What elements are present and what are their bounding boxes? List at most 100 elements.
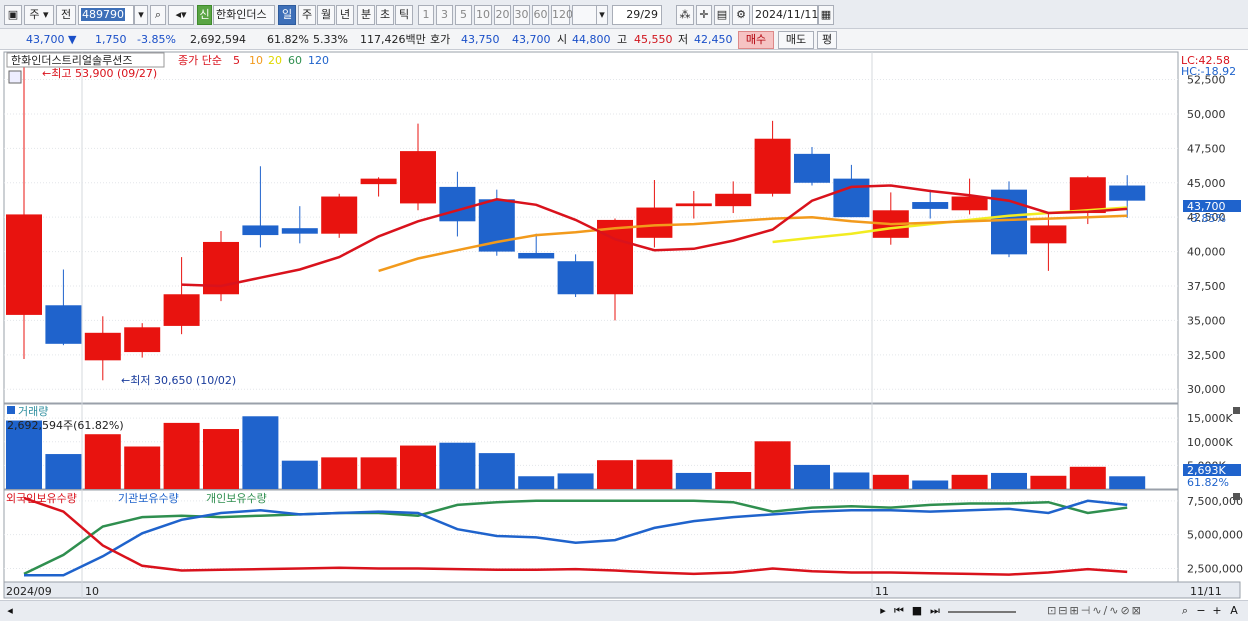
vol-ytick-1: 10,000K [1187, 436, 1233, 449]
volume-bar-23 [912, 480, 949, 489]
x-label-start: 2024/09 [6, 585, 52, 598]
ma-legend-label: 종가 단순 [178, 54, 222, 67]
candle-body-14 [557, 261, 594, 295]
volume-bar-24 [951, 474, 988, 489]
holdings-panel-close-icon[interactable] [1233, 493, 1240, 500]
legend-inst: 기관보유수량 [118, 492, 179, 505]
candle-body-26 [1030, 225, 1067, 244]
hold-ytick-1: 5,000,000 [1187, 529, 1243, 542]
main-ytick-1: 50,000 [1187, 108, 1226, 121]
candle-body-27 [1069, 177, 1106, 214]
stop-icon[interactable]: ■ [910, 603, 924, 619]
volume-ratio: 61.82% [267, 33, 309, 46]
average-button[interactable]: 평 [817, 31, 837, 49]
volume-bar-14 [557, 473, 594, 489]
sell-button[interactable]: 매도 [778, 31, 814, 49]
zoom-slider[interactable] [948, 603, 1016, 613]
pct-tag: -3.85% [1187, 212, 1226, 225]
code-dropdown-icon[interactable]: ▾ [134, 5, 148, 25]
candle-body-0 [6, 214, 42, 315]
volume-bar-11 [439, 442, 476, 489]
candle-body-2 [84, 332, 121, 361]
grid-icon[interactable]: ⁂ [676, 5, 694, 25]
search-icon[interactable]: ⌕ [150, 5, 166, 25]
period-tab-2[interactable]: 월 [317, 5, 335, 25]
interval-tab-3[interactable]: 10 [474, 5, 492, 25]
chart-navigation-bar: ◂ ▸ ⏮ ■ ⏭ ⊡⊟⊞⊣∿∕∿⊘⊠ ⌕ − + A [0, 600, 1248, 621]
chart-labels: 52,50050,00047,50045,00042,50040,00037,5… [1187, 74, 1243, 576]
save-icon[interactable]: ▤ [714, 5, 730, 25]
candle-body-7 [281, 228, 318, 234]
bid-price: 43,700 [512, 33, 551, 46]
magnifier-icon[interactable]: ⌕ [1178, 603, 1192, 619]
candle-body-11 [439, 186, 476, 222]
volume-bar-12 [478, 453, 515, 489]
interval-tab-5[interactable]: 30 [513, 5, 530, 25]
period-tab-5[interactable]: 초 [376, 5, 394, 25]
interval-tab-2[interactable]: 5 [455, 5, 472, 25]
skip-back-icon[interactable]: ⏮ [892, 603, 906, 619]
stock-chart[interactable]: 52,50050,00047,50045,00042,50040,00037,5… [0, 50, 1248, 600]
x-label-nov: 11 [875, 585, 889, 598]
volume-bar-6 [242, 416, 279, 489]
main-ytick-2: 47,500 [1187, 142, 1226, 155]
volume-pct-tag: 61.82% [1187, 476, 1229, 489]
price-change-pct: -3.85% [137, 33, 176, 46]
interval-tab-7[interactable]: 120 [551, 5, 573, 25]
calculator-icon[interactable] [8, 70, 22, 84]
text-size-icon[interactable]: A [1226, 603, 1242, 619]
candle-body-13 [518, 252, 555, 259]
interval-tab-6[interactable]: 60 [532, 5, 549, 25]
volume-bar-15 [597, 460, 633, 489]
ma-legend-5: 5 [233, 54, 240, 67]
buy-button[interactable]: 매수 [738, 31, 774, 49]
cross-icon[interactable]: ✛ [696, 5, 712, 25]
main-ytick-8: 32,500 [1187, 349, 1226, 362]
candle-body-23 [912, 202, 949, 209]
interval-dropdown-icon[interactable]: ▾ [596, 5, 608, 25]
scroll-right-icon[interactable]: ▸ [876, 603, 890, 619]
gear-icon[interactable]: ⚙ [732, 5, 750, 25]
hc-readout: HC:-18.92 [1181, 65, 1236, 78]
period-tab-4[interactable]: 분 [357, 5, 375, 25]
drawing-tools[interactable]: ⊡⊟⊞⊣∿∕∿⊘⊠ [1020, 603, 1170, 619]
count-input[interactable]: 29/29 [612, 5, 662, 25]
legend-indiv: 개인보유수량 [206, 492, 267, 505]
period-tab-1[interactable]: 주 [298, 5, 316, 25]
candle-body-4 [163, 294, 200, 326]
market-select[interactable]: 주 ▾ [24, 5, 54, 25]
high-price: 45,550 [634, 33, 673, 46]
interval-tab-0[interactable]: 1 [418, 5, 434, 25]
period-tab-6[interactable]: 틱 [395, 5, 413, 25]
new-listing-badge: 신 [197, 5, 212, 25]
prev-button[interactable]: 전 [56, 5, 76, 25]
volume: 2,692,594 [190, 33, 246, 46]
code-input[interactable]: 489790 [78, 5, 134, 25]
candle-body-18 [715, 193, 752, 207]
volume-bar-20 [794, 464, 830, 489]
scroll-left-icon[interactable]: ◂ [4, 603, 16, 619]
volume-panel-close-icon[interactable] [1233, 407, 1240, 414]
interval-tab-1[interactable]: 3 [436, 5, 453, 25]
period-tab-0[interactable]: 일 [278, 5, 296, 25]
zoom-in-icon[interactable]: + [1210, 603, 1224, 619]
zoom-out-icon[interactable]: − [1194, 603, 1208, 619]
period-tab-3[interactable]: 년 [336, 5, 354, 25]
quote-label: 호가 [430, 33, 451, 46]
volume-bar-1 [45, 454, 82, 489]
candle-body-8 [321, 196, 358, 234]
candle-body-3 [124, 327, 161, 353]
interval-tab-4[interactable]: 20 [494, 5, 511, 25]
candle-body-6 [242, 225, 279, 236]
speaker-icon[interactable]: ◂▾ [168, 5, 194, 25]
trade-amount: 117,426백만 [360, 33, 426, 46]
date-input[interactable]: 2024/11/11 [752, 5, 818, 25]
window-icon[interactable]: ▣ [4, 5, 22, 25]
volume-title: 거래량 [18, 405, 48, 418]
skip-forward-icon[interactable]: ⏭ [928, 603, 942, 619]
main-ytick-9: 30,000 [1187, 383, 1226, 396]
candle-body-17 [675, 203, 712, 207]
hold-ytick-2: 2,500,000 [1187, 562, 1243, 575]
calendar-icon[interactable]: ▦ [818, 5, 834, 25]
volume-bar-18 [715, 472, 752, 489]
